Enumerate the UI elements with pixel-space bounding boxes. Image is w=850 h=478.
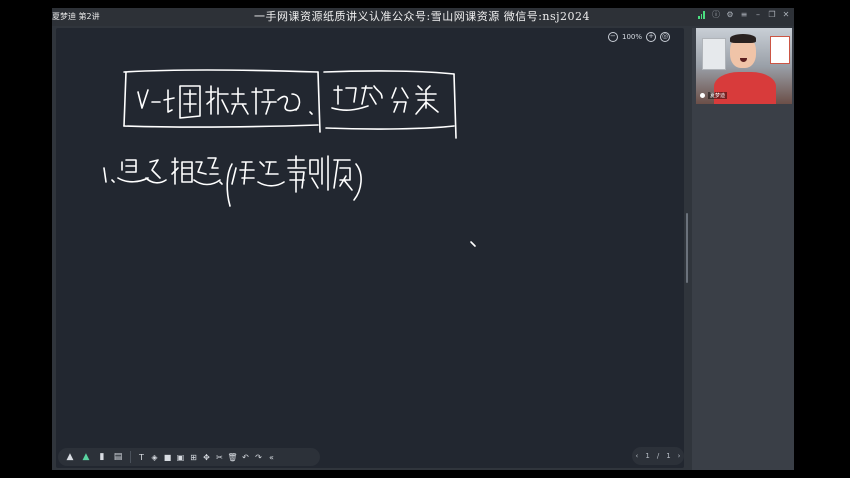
ink-stroke bbox=[391, 87, 409, 113]
shape-icon[interactable]: ◈ bbox=[150, 450, 159, 464]
ink-stroke bbox=[470, 241, 476, 247]
watermark-text: 一手网课资源纸质讲义认准公众号:雪山网课资源 微信号:nsj2024 bbox=[254, 10, 591, 23]
teacher-shirt bbox=[714, 72, 776, 104]
ink-stroke bbox=[219, 181, 223, 185]
ink-stroke bbox=[277, 93, 301, 112]
eraser-icon[interactable]: ▮ bbox=[96, 450, 108, 464]
ink-stroke bbox=[309, 111, 313, 115]
page-total: 1 bbox=[666, 452, 671, 460]
ink-stroke bbox=[163, 89, 175, 113]
ink-stroke bbox=[111, 179, 115, 183]
window-controls: ⓘ ⚙ ≡ – ❐ ✕ bbox=[698, 11, 790, 19]
minimize-icon[interactable]: – bbox=[754, 11, 762, 19]
ink-stroke bbox=[103, 167, 107, 183]
video-poster bbox=[770, 36, 790, 64]
page-separator: / bbox=[656, 452, 660, 460]
settings-icon[interactable]: ⚙ bbox=[726, 11, 734, 19]
ink-stroke bbox=[231, 161, 255, 185]
app-window: 夏梦迪 第2讲 一手网课资源纸质讲义认准公众号:雪山网课资源 微信号:nsj20… bbox=[52, 8, 794, 470]
ink-stroke bbox=[226, 163, 233, 207]
cut-icon[interactable]: ✂ bbox=[215, 450, 224, 464]
ink-stroke bbox=[415, 85, 439, 115]
text-icon[interactable]: T bbox=[137, 450, 146, 464]
note-icon[interactable]: ▤ bbox=[112, 450, 124, 464]
prev-page-button[interactable]: ‹ bbox=[636, 452, 639, 460]
page-navigator: ‹ 1 / 1 › bbox=[632, 447, 684, 465]
teacher-name-tag: 夏梦迪 bbox=[708, 92, 728, 99]
ink-stroke bbox=[257, 161, 285, 187]
ink-stroke bbox=[287, 155, 307, 193]
ink-stroke bbox=[333, 159, 353, 191]
image-icon[interactable]: ▣ bbox=[176, 450, 185, 464]
ink-stroke bbox=[309, 155, 329, 191]
menu-icon[interactable]: ≡ bbox=[740, 11, 748, 19]
video-sidebar: 夏梦迪 bbox=[692, 28, 794, 470]
whiteboard[interactable]: − 100% + ◎ ▲ ▲ ▮ ▤ T ◈ ■ ▣ ⊞ ✥ ✂ 🗑 ↶ ↷ «… bbox=[56, 28, 684, 468]
ink-stroke bbox=[231, 87, 249, 115]
box-stroke bbox=[317, 71, 321, 133]
ink-stroke bbox=[145, 159, 167, 184]
teacher-video[interactable]: 夏梦迪 bbox=[696, 28, 792, 104]
ink-stroke bbox=[117, 159, 149, 183]
ink-stroke bbox=[179, 85, 201, 119]
course-title: 夏梦迪 第2讲 bbox=[52, 12, 100, 21]
pen-icon[interactable]: ▲ bbox=[64, 450, 76, 464]
box-stroke bbox=[323, 70, 455, 75]
info-icon[interactable]: ⓘ bbox=[712, 11, 720, 19]
next-page-button[interactable]: › bbox=[678, 452, 681, 460]
collapse-icon[interactable]: « bbox=[267, 450, 276, 464]
page-current: 1 bbox=[645, 452, 650, 460]
video-label: 夏梦迪 bbox=[700, 92, 728, 99]
ink-stroke bbox=[353, 163, 362, 201]
ink-stroke bbox=[205, 85, 229, 115]
grid-icon[interactable]: ⊞ bbox=[189, 450, 198, 464]
box-stroke bbox=[453, 73, 457, 139]
highlighter-icon[interactable]: ▲ bbox=[80, 450, 92, 464]
handwriting-canvas bbox=[103, 69, 476, 247]
delete-icon[interactable]: 🗑 bbox=[227, 450, 237, 464]
title-bar: 夏梦迪 第2讲 一手网课资源纸质讲义认准公众号:雪山网课资源 微信号:nsj20… bbox=[52, 8, 794, 26]
drawing-toolbar: ▲ ▲ ▮ ▤ T ◈ ■ ▣ ⊞ ✥ ✂ 🗑 ↶ ↷ « bbox=[58, 448, 320, 466]
undo-icon[interactable]: ↶ bbox=[241, 450, 250, 464]
box-stroke bbox=[325, 125, 455, 130]
teacher-hair bbox=[730, 34, 756, 43]
box-stroke bbox=[123, 69, 319, 73]
ink-stroke bbox=[171, 157, 193, 185]
mic-icon bbox=[700, 93, 705, 98]
close-icon[interactable]: ✕ bbox=[782, 11, 790, 19]
ink-stroke bbox=[251, 87, 277, 115]
ink-stroke bbox=[361, 85, 383, 105]
toolbar-divider bbox=[130, 451, 131, 463]
move-icon[interactable]: ✥ bbox=[202, 450, 211, 464]
ink-stroke bbox=[137, 89, 149, 109]
box-stroke bbox=[123, 124, 319, 128]
redo-icon[interactable]: ↷ bbox=[254, 450, 263, 464]
ink-stroke bbox=[193, 157, 221, 186]
square-icon[interactable]: ■ bbox=[163, 450, 172, 464]
box-stroke bbox=[123, 71, 127, 127]
board-scrollbar[interactable] bbox=[686, 213, 688, 283]
restore-icon[interactable]: ❐ bbox=[768, 11, 776, 19]
signal-icon bbox=[698, 11, 706, 19]
video-shelf bbox=[702, 38, 726, 70]
